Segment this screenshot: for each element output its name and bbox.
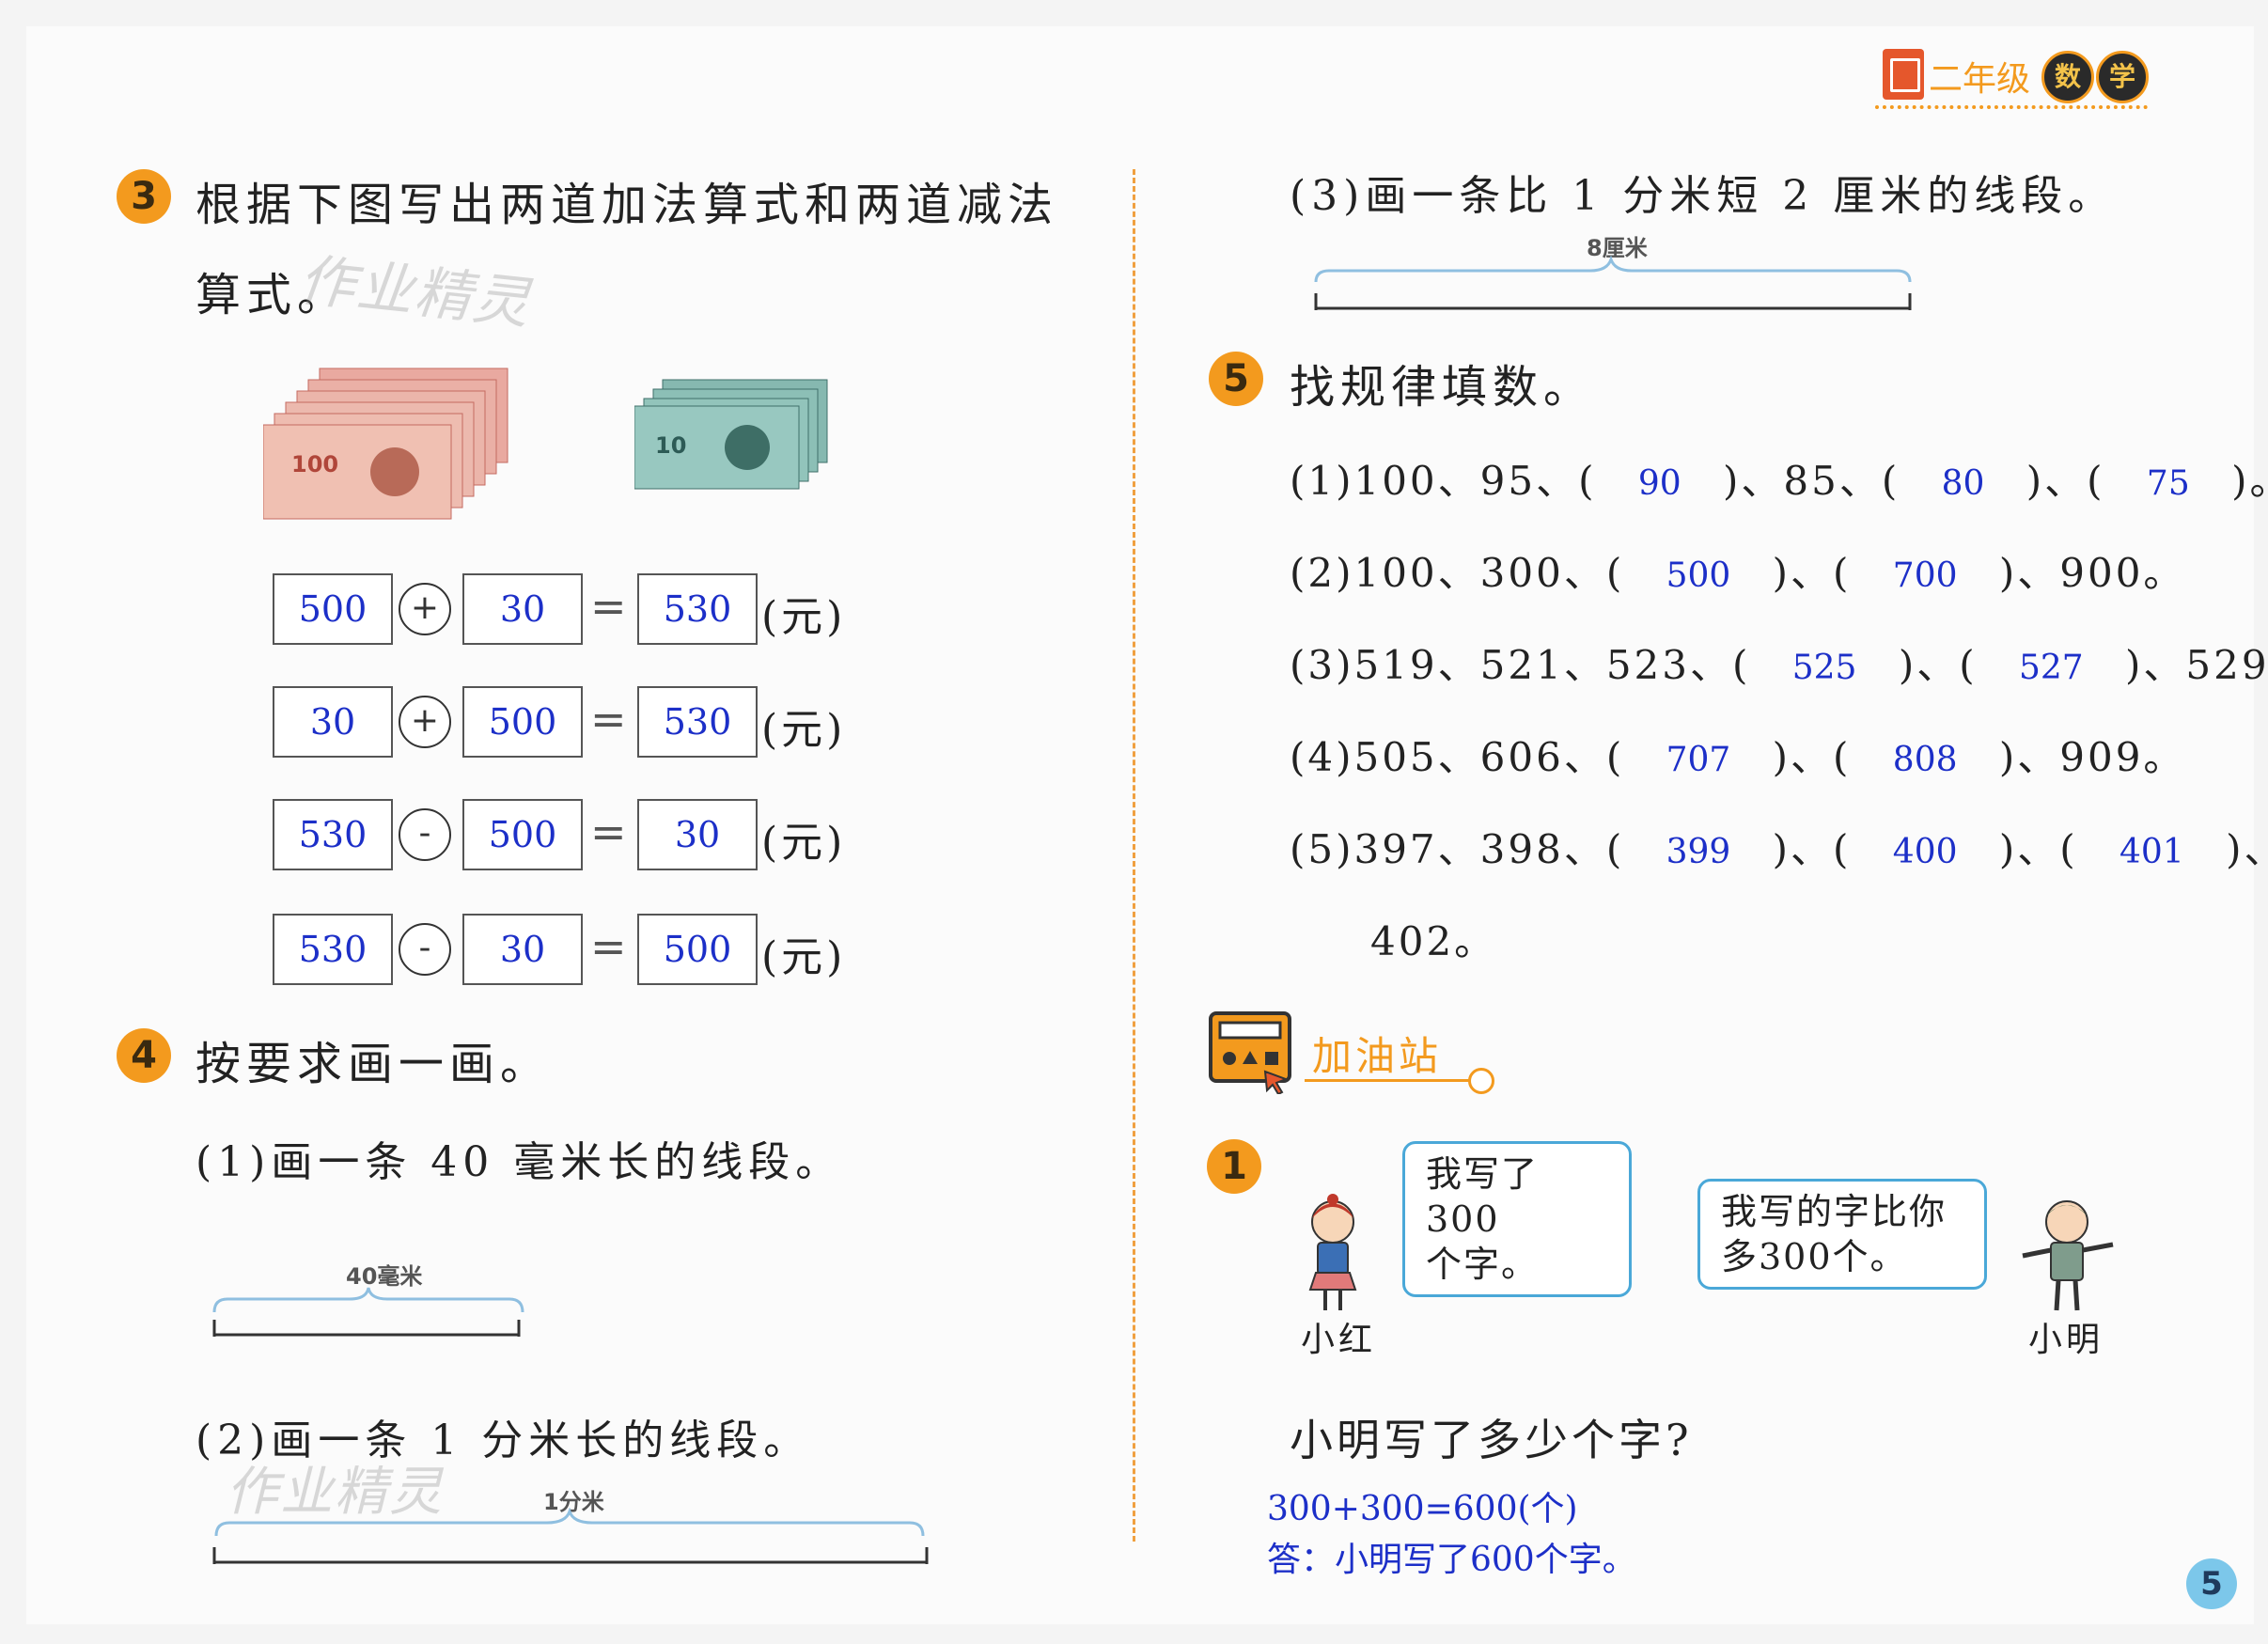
header-subject-1: 数	[2041, 51, 2094, 103]
column-divider	[1133, 169, 1135, 1542]
banknotes-10-image: 10	[633, 378, 832, 491]
bonus-solution: 300+300=600(个)	[1267, 1490, 1578, 1528]
header-underline	[1875, 105, 2148, 109]
q4-part2-segment	[209, 1507, 932, 1574]
eq1-operand-b[interactable]: 30	[462, 573, 583, 645]
boy-speech-line1: 我写的字比你	[1721, 1191, 1947, 1232]
eq2-equals: =	[590, 694, 627, 744]
q5-row4-text: )、909。	[1998, 734, 2186, 780]
eq3-result[interactable]: 30	[637, 799, 758, 870]
boy-speech-bubble: 我写的字比你 多300个。	[1697, 1179, 1987, 1290]
q5-row5-text: )、	[2226, 826, 2268, 872]
eq1-operator: +	[399, 583, 451, 635]
q5-row4-answer-2[interactable]: 808	[1893, 741, 1958, 779]
q3-text-line1: 根据下图写出两道加法算式和两道减法	[196, 179, 1059, 231]
svg-text:10: 10	[655, 432, 686, 459]
q5-row1-text: )。	[2231, 458, 2268, 504]
q5-row3-answer-1[interactable]: 525	[1792, 649, 1857, 687]
q5-row1-answer-3[interactable]: 75	[2147, 464, 2190, 503]
eq3-operand-b[interactable]: 500	[462, 799, 583, 870]
eq1-result[interactable]: 530	[637, 573, 758, 645]
q4-number: 4	[117, 1028, 171, 1083]
eq4-unit: (元)	[761, 933, 847, 981]
q5-row-4: (4)505、606、( 707 )、( 808 )、909。	[1290, 726, 2185, 783]
q5-row4-answer-1[interactable]: 707	[1666, 741, 1731, 779]
header-grade: 二年级	[1929, 60, 2031, 99]
q5-row-2: (2)100、300、( 500 )、( 700 )、900。	[1290, 541, 2185, 599]
q5-row2-text: )、(	[1772, 550, 1852, 596]
eq2-unit: (元)	[761, 706, 847, 754]
eq3-unit: (元)	[761, 819, 847, 867]
girl-speech-bubble: 我写了300 个字。	[1402, 1141, 1632, 1297]
banknotes-100-image: 100	[262, 367, 517, 522]
girl-speech-line2: 个字。	[1426, 1244, 1540, 1285]
boy-speech-line2: 多300个。	[1721, 1236, 1908, 1277]
q5-row3-answer-2[interactable]: 527	[2019, 649, 2084, 687]
header-subject-2: 学	[2096, 51, 2149, 103]
q4-part3-segment	[1308, 255, 1917, 321]
q5-row-3: (3)519、521、523、( 525 )、( 527 )、529。	[1290, 634, 2268, 691]
eq1-operand-a[interactable]: 500	[273, 573, 393, 645]
q5-row5-continued: 402。	[1370, 918, 1497, 964]
q5-row4-text: (4)505、606、(	[1290, 734, 1625, 780]
q5-row1-text: )、85、(	[1723, 458, 1900, 504]
q5-row5-answer-1[interactable]: 399	[1666, 833, 1731, 871]
bonus-station-icon	[1207, 1010, 1297, 1096]
eq4-result[interactable]: 500	[637, 914, 758, 985]
eq4-operand-b[interactable]: 30	[462, 914, 583, 985]
q5-row2-text: )、900。	[1998, 550, 2186, 596]
q5-title: 找规律填数。	[1290, 361, 1595, 414]
eq2-operator: +	[399, 696, 451, 748]
eq4-equals: =	[590, 921, 627, 972]
q4-title: 按要求画一画。	[196, 1038, 552, 1090]
q5-row-1: (1)100、95、( 90 )、85、( 80 )、( 75 )。	[1290, 449, 2268, 507]
bonus-number: 1	[1207, 1139, 1261, 1194]
bonus-title-underline	[1305, 1079, 1474, 1082]
q5-row5-answer-3[interactable]: 401	[2119, 833, 2184, 871]
page-number: 5	[2186, 1558, 2237, 1609]
q5-row4-text: )、(	[1772, 734, 1852, 780]
q5-row1-answer-2[interactable]: 80	[1942, 464, 1985, 503]
q5-row5-text: )、(	[1998, 826, 2078, 872]
eq2-result[interactable]: 530	[637, 686, 758, 758]
q5-row2-text: (2)100、300、(	[1290, 550, 1625, 596]
eq3-operator: -	[399, 808, 451, 861]
girl-name: 小红	[1301, 1321, 1377, 1359]
eq1-unit: (元)	[761, 593, 847, 641]
q5-row2-answer-2[interactable]: 700	[1893, 556, 1958, 595]
bonus-title-dot	[1468, 1068, 1494, 1094]
q4-part1: (1)画一条 40 毫米长的线段。	[196, 1138, 843, 1186]
q5-row1-text: )、(	[2026, 458, 2105, 504]
eq3-operand-a[interactable]: 530	[273, 799, 393, 870]
q4-part1-segment	[209, 1280, 528, 1346]
boy-name: 小明	[2028, 1321, 2104, 1359]
svg-text:100: 100	[291, 451, 338, 478]
eq2-operand-a[interactable]: 30	[273, 686, 393, 758]
eq4-operand-a[interactable]: 530	[273, 914, 393, 985]
header-book-icon	[1883, 49, 1924, 100]
q3-number: 3	[117, 169, 171, 224]
girl-figure	[1295, 1194, 1370, 1316]
q5-row-5: (5)397、398、( 399 )、( 400 )、( 401 )、	[1290, 818, 2268, 875]
q5-row3-text: )、529。	[2125, 642, 2268, 688]
q5-row2-answer-1[interactable]: 500	[1666, 556, 1731, 595]
bonus-question: 小明写了多少个字?	[1290, 1415, 1693, 1465]
q5-row1-answer-1[interactable]: 90	[1638, 464, 1681, 503]
girl-speech-line1: 我写了300	[1426, 1153, 1540, 1240]
bonus-answer: 答：小明写了600个字。	[1267, 1541, 1636, 1579]
q5-row1-text: (1)100、95、(	[1290, 458, 1597, 504]
bonus-title: 加油站	[1312, 1033, 1443, 1079]
eq1-equals: =	[590, 581, 627, 632]
boy-figure	[2015, 1194, 2119, 1316]
q4-part3: (3)画一条比 1 分米短 2 厘米的线段。	[1290, 172, 2116, 220]
eq2-operand-b[interactable]: 500	[462, 686, 583, 758]
eq4-operator: -	[399, 923, 451, 976]
q5-row5-answer-2[interactable]: 400	[1893, 833, 1958, 871]
q5-row5-text: )、(	[1772, 826, 1852, 872]
eq3-equals: =	[590, 806, 627, 857]
q5-number: 5	[1209, 352, 1263, 406]
q5-row3-text: (3)519、521、523、(	[1290, 642, 1751, 688]
q5-row5-text: (5)397、398、(	[1290, 826, 1625, 872]
q5-row3-text: )、(	[1898, 642, 1978, 688]
